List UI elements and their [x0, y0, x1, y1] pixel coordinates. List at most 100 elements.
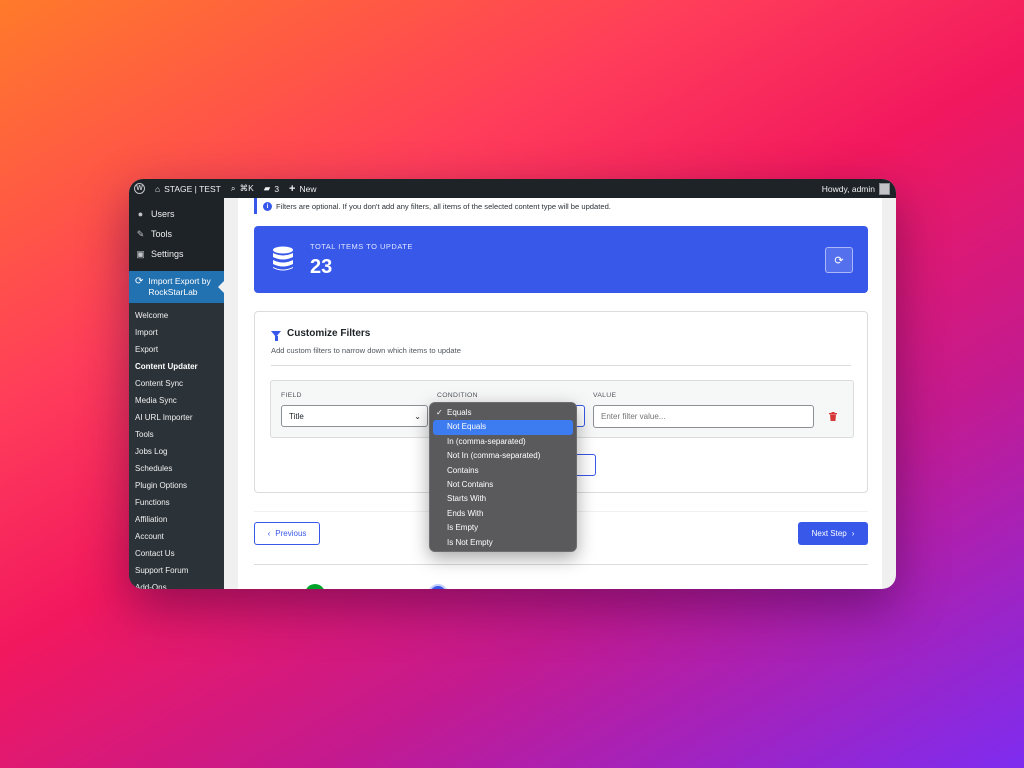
comments-count: 3 [274, 183, 280, 194]
submenu-import[interactable]: Import [129, 324, 224, 341]
option-label: Not Equals [447, 422, 487, 432]
option-label: Starts With [447, 494, 487, 504]
submenu-tools[interactable]: Tools [129, 426, 224, 443]
wordpress-logo-button[interactable]: W [129, 179, 150, 198]
option-label: Equals [447, 408, 472, 417]
search-shortcut: ⌘K [239, 183, 254, 193]
refresh-button[interactable]: ⟳ [825, 247, 853, 273]
sidebar-item-label: Settings [151, 249, 184, 259]
funnel-icon [271, 330, 281, 341]
condition-option-in[interactable]: In (comma-separated) [433, 435, 573, 449]
condition-dropdown-menu: ✓ Equals Not Equals In (comma-separated)… [429, 402, 577, 552]
plugin-submenu: Welcome Import Export Content Updater Co… [129, 303, 224, 589]
divider [271, 365, 851, 366]
submenu-content-sync[interactable]: Content Sync [129, 375, 224, 392]
command-search-button[interactable]: ⌕ ⌘K [226, 179, 259, 198]
sidebar-item-users[interactable]: ● Users [129, 204, 224, 224]
avatar [879, 182, 890, 195]
field-label: FIELD [281, 392, 302, 399]
submenu-support-forum[interactable]: Support Forum [129, 562, 224, 579]
submenu-plugin-options[interactable]: Plugin Options [129, 477, 224, 494]
howdy-text: Howdy, admin [821, 183, 875, 194]
home-icon: ⌂ [155, 183, 161, 194]
site-name: STAGE | TEST [164, 183, 221, 194]
submenu-content-updater[interactable]: Content Updater [129, 358, 224, 375]
condition-option-equals[interactable]: ✓ Equals [433, 406, 573, 420]
option-label: Is Not Empty [447, 537, 493, 547]
submenu-ai-url-importer[interactable]: AI URL Importer [129, 409, 224, 426]
option-label: Not Contains [447, 479, 494, 489]
chevron-down-icon: ⌄ [414, 412, 421, 421]
chevron-left-icon: ‹ [267, 529, 271, 538]
next-step-button[interactable]: Next Step › [798, 522, 868, 545]
site-name-link[interactable]: ⌂ STAGE | TEST [150, 179, 226, 198]
notice-text: Filters are optional. If you don't add a… [276, 201, 611, 211]
plus-icon: + [289, 182, 296, 195]
condition-option-not-contains[interactable]: Not Contains [433, 478, 573, 492]
submenu-export[interactable]: Export [129, 341, 224, 358]
submenu-affiliation[interactable]: Affiliation [129, 511, 224, 528]
sidebar-item-tools[interactable]: ✎ Tools [129, 224, 224, 244]
comments-link[interactable]: ▰ 3 [259, 179, 284, 198]
delete-filter-button[interactable] [829, 412, 837, 421]
value-label: VALUE [593, 392, 617, 399]
option-label: Not In (comma-separated) [447, 451, 541, 461]
option-label: In (comma-separated) [447, 436, 526, 446]
settings-icon: ▣ [136, 248, 145, 259]
filter-value-input[interactable] [593, 405, 814, 428]
option-label: Ends With [447, 508, 484, 518]
option-label: Is Empty [447, 523, 479, 533]
condition-option-starts-with[interactable]: Starts With [433, 492, 573, 506]
previous-button[interactable]: ‹ Previous [254, 522, 320, 545]
chevron-right-icon: › [851, 529, 855, 538]
filters-subtitle: Add custom filters to narrow down which … [271, 346, 461, 355]
info-notice: i Filters are optional. If you don't add… [254, 198, 874, 214]
divider [254, 564, 868, 565]
step-indicator-current[interactable] [428, 584, 448, 589]
step-indicator-complete[interactable] [305, 584, 325, 589]
option-label: Contains [447, 465, 479, 475]
submenu-functions[interactable]: Functions [129, 494, 224, 511]
field-select[interactable]: Title ⌄ [281, 405, 428, 427]
admin-sidebar: ● Users ✎ Tools ▣ Settings ⟳ Import Expo… [129, 198, 224, 589]
sidebar-item-import-export[interactable]: ⟳ Import Export by RockStarLab [129, 271, 224, 303]
condition-option-contains[interactable]: Contains [433, 464, 573, 478]
account-menu[interactable]: Howdy, admin [821, 182, 896, 195]
condition-option-not-in[interactable]: Not In (comma-separated) [433, 449, 573, 463]
submenu-account[interactable]: Account [129, 528, 224, 545]
submenu-media-sync[interactable]: Media Sync [129, 392, 224, 409]
previous-label: Previous [275, 529, 307, 538]
admin-bar: W ⌂ STAGE | TEST ⌕ ⌘K ▰ 3 + New Howdy, a… [129, 179, 896, 198]
sync-icon: ⟳ [135, 276, 144, 287]
condition-option-ends-with[interactable]: Ends With [433, 507, 573, 521]
condition-option-not-equals[interactable]: Not Equals [433, 420, 573, 435]
total-items-card: TOTAL ITEMS TO UPDATE 23 ⟳ [254, 226, 868, 293]
condition-option-is-not-empty[interactable]: Is Not Empty [433, 536, 573, 550]
condition-option-is-empty[interactable]: Is Empty [433, 521, 573, 535]
submenu-jobs-log[interactable]: Jobs Log [129, 443, 224, 460]
field-select-value: Title [289, 411, 304, 421]
submenu-welcome[interactable]: Welcome [129, 307, 224, 324]
submenu-schedules[interactable]: Schedules [129, 460, 224, 477]
refresh-icon: ⟳ [834, 254, 844, 267]
condition-label: CONDITION [437, 392, 478, 399]
sidebar-item-label: Users [151, 209, 175, 219]
submenu-contact-us[interactable]: Contact Us [129, 545, 224, 562]
wrench-icon: ✎ [136, 228, 145, 239]
sidebar-item-settings[interactable]: ▣ Settings [129, 244, 224, 264]
database-icon [273, 246, 293, 271]
new-content-button[interactable]: + New [284, 179, 321, 198]
stats-label: TOTAL ITEMS TO UPDATE [310, 242, 413, 251]
search-icon: ⌕ [230, 183, 236, 193]
filters-heading: Customize Filters [271, 328, 370, 341]
sidebar-item-label: Import Export by RockStarLab [148, 276, 211, 297]
stats-value: 23 [310, 256, 333, 278]
submenu-add-ons[interactable]: Add-Ons [129, 579, 224, 589]
wordpress-icon: W [134, 183, 145, 194]
user-icon: ● [137, 209, 144, 219]
checkmark-icon: ✓ [436, 408, 443, 417]
sidebar-item-label: Tools [151, 229, 173, 239]
new-label: New [299, 183, 317, 194]
next-label: Next Step [811, 529, 847, 538]
comment-icon: ▰ [263, 183, 271, 193]
